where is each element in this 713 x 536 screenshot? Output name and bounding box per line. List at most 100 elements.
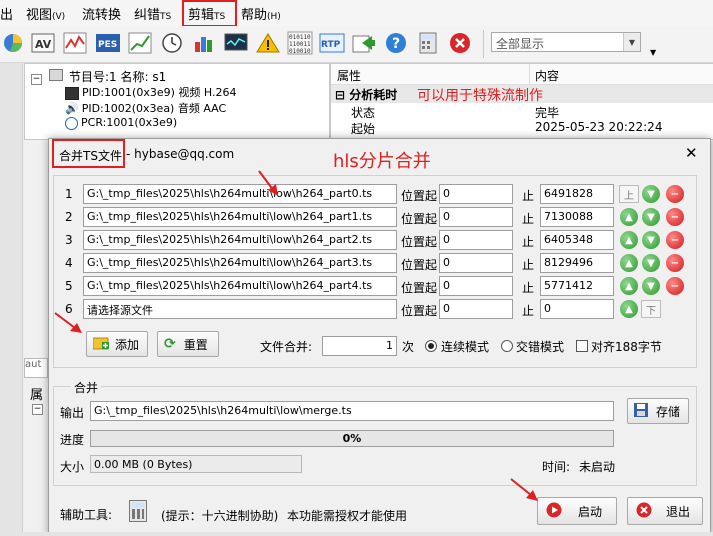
binary-icon[interactable]: 010110 110011 010010: [287, 30, 313, 56]
export-icon[interactable]: [351, 30, 377, 56]
progress-bar: 0%: [90, 430, 614, 447]
position-end-input[interactable]: 6491828: [540, 184, 614, 204]
row-index: 3: [65, 233, 73, 247]
position-end-input[interactable]: 0: [540, 299, 614, 319]
move-down-button[interactable]: ▼: [642, 254, 660, 272]
move-down-button-disabled[interactable]: 下: [641, 300, 661, 318]
size-value: 0.00 MB (0 Bytes): [90, 455, 302, 473]
position-start-input[interactable]: 0: [439, 230, 513, 250]
merge-group-title: 合并: [71, 379, 102, 396]
align-188-checkbox[interactable]: [576, 340, 588, 352]
remove-row-button[interactable]: −: [666, 185, 684, 203]
reset-button[interactable]: ⟳ 重置: [157, 331, 219, 357]
pes-icon[interactable]: PES: [95, 30, 121, 56]
merge-count-label: 文件合并:: [260, 340, 313, 354]
source-file-input[interactable]: G:\_tmp_files\2025\hls\h264multi\low\h26…: [83, 230, 397, 250]
source-file-input[interactable]: G:\_tmp_files\2025\hls\h264multi\low\h26…: [83, 253, 397, 273]
position-end-label: 止: [522, 235, 535, 249]
menu-item-view[interactable]: 视图(V): [26, 4, 65, 23]
position-end-input[interactable]: 6405348: [540, 230, 614, 250]
move-up-button[interactable]: ▲: [620, 254, 638, 272]
warning-icon[interactable]: [255, 30, 281, 56]
rtp-icon[interactable]: RTP: [319, 30, 345, 56]
add-highlight: [83, 329, 151, 359]
source-file-input[interactable]: 请选择源文件: [83, 299, 397, 319]
line-chart-icon[interactable]: [127, 30, 153, 56]
position-start-label: 位置起: [401, 304, 438, 318]
highlight-box: [182, 0, 237, 27]
exit-button[interactable]: 退出: [627, 497, 703, 525]
display-filter-select[interactable]: 全部显示 ▼: [491, 32, 641, 52]
output-path-input[interactable]: G:\_tmp_files\2025\hls\h264multi\low\mer…: [90, 401, 614, 421]
video-icon: [65, 86, 79, 100]
menu-item-correct[interactable]: 纠错TS: [134, 4, 171, 23]
prop-name: 起始: [351, 122, 376, 136]
properties-header: 属性 内容: [331, 64, 713, 85]
move-down-button[interactable]: ▼: [642, 277, 660, 295]
menu-item-convert[interactable]: 流转换: [82, 4, 121, 23]
calculator-icon[interactable]: [129, 500, 147, 522]
move-up-button[interactable]: ▲: [620, 208, 638, 226]
tree-program-node[interactable]: − 节目号:1 名称: s1: [31, 68, 166, 85]
section-toggle[interactable]: ⊟ 分析耗时: [335, 86, 397, 103]
aux-tools-label: 辅助工具:: [60, 508, 113, 522]
position-start-input[interactable]: 0: [439, 184, 513, 204]
source-file-input[interactable]: G:\_tmp_files\2025\hls\h264multi\low\h26…: [83, 207, 397, 227]
mode-alternate-radio[interactable]: [501, 340, 513, 352]
save-button[interactable]: 存储: [627, 398, 689, 424]
position-start-label: 位置起: [401, 258, 438, 272]
position-start-input[interactable]: 0: [439, 253, 513, 273]
size-label: 大小: [60, 460, 85, 474]
bar-chart-icon[interactable]: [191, 30, 217, 56]
properties-pane: 属性 内容 ⊟ 分析耗时 可以用于特殊流制作 状态 完毕 起始 2025-05-…: [330, 63, 713, 140]
position-start-label: 位置起: [401, 281, 438, 295]
source-file-input[interactable]: G:\_tmp_files\2025\hls\h264multi\low\h26…: [83, 184, 397, 204]
position-start-input[interactable]: 0: [439, 276, 513, 296]
collapse-icon[interactable]: −: [31, 74, 42, 85]
annotation-text: 可以用于特殊流制作: [417, 88, 543, 104]
position-end-input[interactable]: 8129496: [540, 253, 614, 273]
close-icon[interactable]: [447, 30, 473, 56]
dialog-annotation: hls分片合并: [333, 151, 431, 172]
menu-item-file[interactable]: 出: [0, 4, 13, 23]
row-index: 1: [65, 187, 73, 201]
pie-chart-icon[interactable]: [0, 30, 26, 56]
tree-pid-video[interactable]: PID:1001(0x3e9) 视频 H.264: [65, 84, 236, 100]
position-start-input[interactable]: 0: [439, 299, 513, 319]
position-start-input[interactable]: 0: [439, 207, 513, 227]
tree-pid-audio[interactable]: 🔊 PID:1002(0x3ea) 音频 AAC: [65, 100, 226, 116]
dialog-close-button[interactable]: ✕: [685, 144, 698, 162]
source-file-input[interactable]: G:\_tmp_files\2025\hls\h264multi\low\h26…: [83, 276, 397, 296]
position-start-label: 位置起: [401, 189, 438, 203]
collapse-icon[interactable]: −: [32, 404, 43, 415]
move-up-button[interactable]: ▲: [620, 231, 638, 249]
move-up-button[interactable]: ▲: [620, 277, 638, 295]
monitor-icon[interactable]: [223, 30, 249, 56]
mode-continuous-radio[interactable]: [425, 340, 437, 352]
move-up-button-disabled[interactable]: 上: [619, 185, 639, 203]
program-icon: [48, 69, 63, 81]
remove-row-button[interactable]: −: [666, 254, 684, 272]
move-up-button[interactable]: ▲: [620, 300, 638, 318]
remove-row-button[interactable]: −: [666, 208, 684, 226]
av-icon[interactable]: AV: [30, 30, 56, 56]
help-icon[interactable]: ?: [383, 30, 409, 56]
menu-item-help[interactable]: 帮助(H): [241, 4, 281, 23]
position-end-input[interactable]: 7130088: [540, 207, 614, 227]
move-down-button[interactable]: ▼: [642, 185, 660, 203]
section-row: ⊟ 分析耗时 可以用于特殊流制作: [331, 85, 713, 104]
position-end-input[interactable]: 5771412: [540, 276, 614, 296]
clock-icon[interactable]: [159, 30, 185, 56]
remove-row-button[interactable]: −: [666, 231, 684, 249]
move-down-button[interactable]: ▼: [642, 231, 660, 249]
calculator-icon[interactable]: [415, 30, 441, 56]
toolbar-overflow-icon[interactable]: ▼: [650, 48, 656, 57]
wave-chart-icon[interactable]: [62, 30, 88, 56]
move-down-button[interactable]: ▼: [642, 208, 660, 226]
tree-pid-pcr[interactable]: PCR:1001(0x3e9): [65, 116, 177, 130]
start-button[interactable]: 启动: [537, 497, 617, 525]
column-property: 属性: [337, 69, 362, 83]
svg-text:110011: 110011: [289, 41, 311, 48]
merge-count-input[interactable]: 1: [322, 336, 397, 356]
remove-row-button[interactable]: −: [666, 277, 684, 295]
